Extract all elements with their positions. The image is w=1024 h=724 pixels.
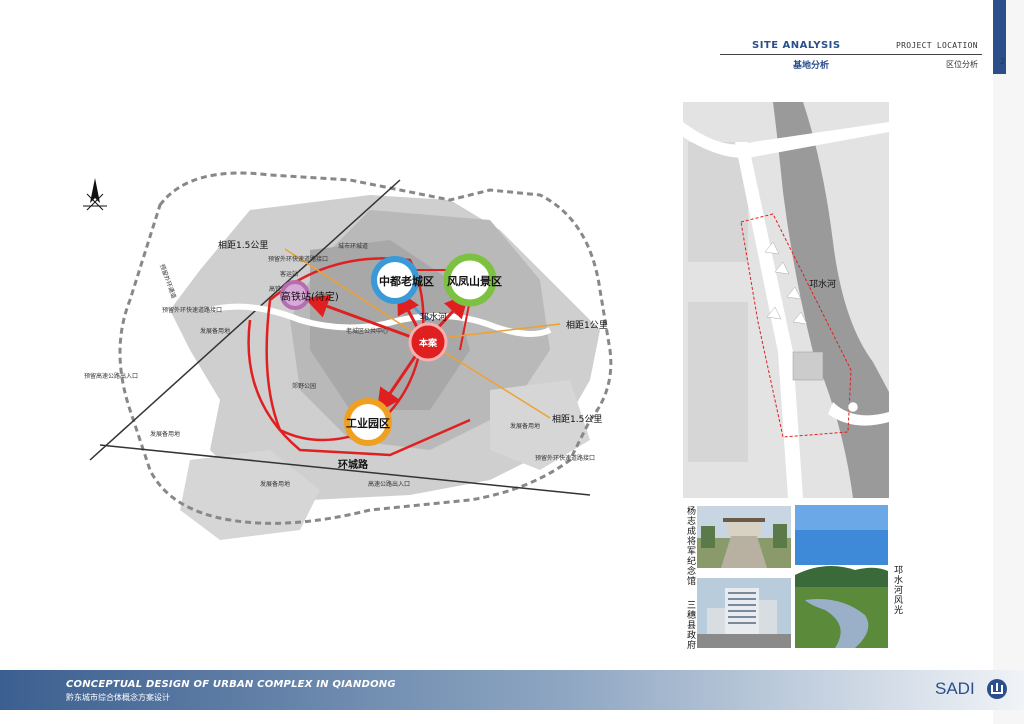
page-number: 2 — [1000, 57, 1006, 66]
label-exit-1: 预留外环快速道路接口 — [268, 255, 328, 263]
header-divider — [720, 54, 982, 55]
label-ring-road: 环城路 — [338, 458, 369, 471]
label-reserve-1: 发展备用地 — [200, 327, 230, 335]
label-district: 老城区公共中心 — [346, 327, 388, 335]
label-exit-3: 预留外环快速道路接口 — [535, 454, 595, 462]
north-arrow-icon — [83, 178, 107, 211]
distance-label-3: 相距1.5公里 — [552, 413, 602, 425]
label-exit-5: 高速公路出入口 — [368, 480, 410, 488]
header-title-cn: 基地分析 — [793, 61, 830, 71]
caption-memorial: 杨志成将军纪念馆 — [685, 506, 695, 586]
site-plan-drawing: 邛水河 — [683, 102, 889, 498]
photo-river-scenery — [795, 505, 888, 648]
location-map: 高铁站(待定) 中都老城区 风凤山景区 本案 工业园区 相距1.5公里 相距1公… — [83, 171, 613, 540]
site-plan: 邛水河 — [683, 102, 889, 498]
label-bus-station: 客运站 — [280, 270, 298, 278]
label-reserve-4: 发展备用地 — [510, 422, 540, 430]
zone-label-scenic: 风凤山景区 — [447, 274, 502, 288]
header-subtitle-cn: 区位分析 — [946, 60, 978, 69]
photo-memorial — [697, 506, 791, 568]
label-river: 邛水河 — [420, 311, 447, 323]
label-reserve-2: 发展备用地 — [150, 430, 180, 438]
sadi-logo-icon — [987, 679, 1007, 699]
label-reserve-3: 发展备用地 — [260, 480, 290, 488]
label-highway: 预留外环通道 — [158, 263, 178, 300]
header-title-en: SITE ANALYSIS — [752, 40, 841, 51]
label-exit-4: 预留高速公路出入口 — [84, 372, 138, 380]
site-plan-river-label: 邛水河 — [809, 278, 836, 290]
caption-river-scenery: 邛水河风光 — [892, 565, 902, 615]
zone-label-industry: 工业园区 — [346, 416, 390, 430]
distance-label-1: 相距1.5公里 — [218, 239, 268, 251]
label-expo: 高铁 — [269, 285, 281, 293]
label-ring-city: 城市环城道 — [338, 242, 368, 250]
zone-label-rail: 高铁站(待定) — [281, 290, 339, 303]
footer-title-cn: 黔东城市综合体概念方案设计 — [66, 693, 170, 702]
side-strip — [993, 0, 1024, 724]
label-park: 郊野公园 — [292, 382, 316, 390]
distance-label-2: 相距1公里 — [566, 319, 608, 331]
photo-county-government — [697, 578, 791, 648]
zone-label-project: 本案 — [419, 337, 438, 349]
footer-title-en: CONCEPTUAL DESIGN OF URBAN COMPLEX IN QI… — [66, 679, 396, 690]
label-exit-2: 预留外环快速道路接口 — [162, 306, 222, 314]
sadi-logo-text: SADI — [935, 679, 975, 698]
footer-bar — [0, 670, 1024, 710]
caption-county-government: 三穗县政府 — [685, 600, 695, 650]
header-subtitle-en: PROJECT LOCATION — [896, 41, 978, 50]
zone-label-oldtown: 中都老城区 — [379, 274, 434, 288]
